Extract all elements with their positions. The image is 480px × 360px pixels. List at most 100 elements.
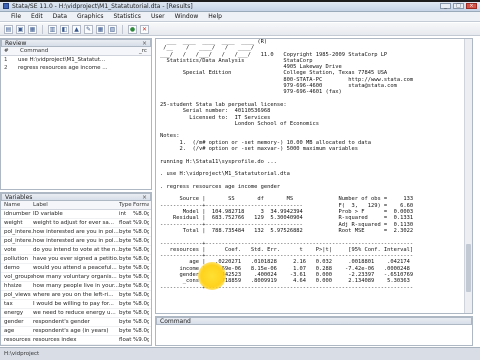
menu-file[interactable]: File: [6, 13, 26, 20]
variable-row[interactable]: vol_groups how many voluntary organis... b…: [1, 273, 151, 282]
data-browser-icon[interactable]: ▧: [108, 24, 117, 34]
variable-row[interactable]: energy we need to reduce energy u... byte%…: [1, 309, 151, 318]
review-close-icon[interactable]: ×: [142, 40, 147, 48]
variable-row[interactable]: idnumber ID variable int %8.0g: [1, 210, 151, 219]
review-row[interactable]: 2 regress resources age income ...: [1, 64, 151, 72]
variable-type: byte: [119, 319, 132, 325]
variable-name: vote: [4, 247, 17, 253]
results-scroll-thumb[interactable]: [466, 244, 471, 292]
cursor-highlight: [198, 262, 226, 290]
variable-name: weight: [4, 220, 23, 226]
review-col-num[interactable]: #: [1, 47, 20, 55]
close-button[interactable]: ×: [466, 3, 477, 9]
variable-row[interactable]: vote do you intend to vote at the n... byt…: [1, 246, 151, 255]
review-col-command[interactable]: Command: [20, 47, 139, 55]
variable-format: %8.0g: [133, 301, 149, 307]
variables-column-headers: Name Label Type Format: [1, 201, 151, 210]
menu-statistics[interactable]: Statistics: [109, 13, 146, 20]
variable-type: byte: [119, 328, 132, 334]
data-editor-icon[interactable]: ▦: [96, 24, 105, 34]
variable-name: pol_intere...: [4, 238, 33, 244]
variable-label: where are you on the left-ri...: [33, 292, 114, 298]
variable-name: tax: [4, 301, 13, 307]
menu-graphics[interactable]: Graphics: [72, 13, 109, 20]
variable-row[interactable]: pol_views where are you on the left-ri...…: [1, 291, 151, 300]
log-icon[interactable]: ▥: [48, 24, 57, 34]
variable-row[interactable]: pollution have you ever signed a petitio.…: [1, 255, 151, 264]
variables-col-name[interactable]: Name: [1, 201, 33, 209]
review-col-rc[interactable]: _rc: [139, 47, 151, 55]
variable-type: byte: [119, 229, 132, 235]
variables-pane: Variables × Name Label Type Format idnum…: [0, 192, 152, 346]
variable-row[interactable]: tax I would be willing to pay for... byte%…: [1, 300, 151, 309]
menu-help[interactable]: Help: [203, 13, 227, 20]
menu-user[interactable]: User: [146, 13, 170, 20]
results-scrollbar[interactable]: [464, 39, 472, 313]
variable-name: hhsize: [4, 283, 22, 289]
variable-row[interactable]: hhsize how many people live in your... byt…: [1, 282, 151, 291]
variable-type: byte: [119, 265, 132, 271]
open-icon[interactable]: ▤: [4, 24, 13, 34]
variable-label: respondent's age (in years): [33, 328, 109, 334]
variable-row[interactable]: weight weight to adjust for ever sa... flo…: [1, 219, 151, 228]
more-icon[interactable]: ●: [128, 24, 137, 34]
variable-format: %8.0g: [133, 238, 149, 244]
variable-type: byte: [119, 283, 132, 289]
status-bar: H:\vidproject: [0, 347, 480, 360]
menu-data[interactable]: Data: [48, 13, 72, 20]
variable-row[interactable]: age respondent's age (in years) byte %8.0g: [1, 327, 151, 336]
review-row-num: 1: [4, 57, 8, 63]
menu-bar: File Edit Data Graphics Statistics User …: [0, 12, 480, 22]
variables-col-label[interactable]: Label: [33, 201, 119, 209]
graph-icon[interactable]: ▲: [72, 24, 81, 34]
command-pane[interactable]: Command: [155, 316, 473, 346]
variable-row[interactable]: pol_intere...how interested are you in p…: [1, 228, 151, 237]
print-icon[interactable]: ▦: [28, 24, 37, 34]
variable-row[interactable]: gender respondent's gender byte %8.0g: [1, 318, 151, 327]
variable-row[interactable]: demo would you attend a peaceful... byte %8…: [1, 264, 151, 273]
variable-label: how interested are you in pol...: [33, 238, 119, 244]
variable-name: pol_views: [4, 292, 31, 298]
variable-type: byte: [119, 301, 132, 307]
variable-label: do you intend to vote at the n...: [33, 247, 119, 253]
variable-name: energy: [4, 310, 24, 316]
review-header: Review ×: [1, 39, 151, 47]
menu-window[interactable]: Window: [170, 13, 204, 20]
variable-type: byte: [119, 247, 132, 253]
variable-format: %8.0g: [133, 328, 149, 334]
variable-label: how interested are you in pol...: [33, 229, 119, 235]
variable-format: %8.0g: [133, 247, 149, 253]
break-icon[interactable]: ✕: [140, 24, 149, 34]
variable-name: idnumber: [4, 211, 31, 217]
menu-edit[interactable]: Edit: [26, 13, 48, 20]
variable-type: byte: [119, 310, 132, 316]
review-pane: Review × # Command _rc 1 use H:\vidproje…: [0, 38, 152, 190]
save-icon[interactable]: ▣: [16, 24, 25, 34]
review-row-command: regress resources age income ...: [18, 65, 108, 71]
stata-app-icon: [3, 3, 9, 9]
variable-format: %8.0g: [133, 265, 149, 271]
variables-col-type[interactable]: Type: [119, 201, 133, 209]
working-directory: H:\vidproject: [4, 351, 40, 357]
variables-col-format[interactable]: Format: [133, 201, 149, 209]
variable-row[interactable]: resources resources index float %9.0g: [1, 336, 151, 345]
variable-type: byte: [119, 256, 132, 262]
variable-format: %9.0g: [133, 220, 149, 226]
review-row[interactable]: 1 use H:\vidproject\M1_Statatut...: [1, 56, 151, 64]
variable-format: %8.0g: [133, 283, 149, 289]
toolbar-divider: [122, 24, 123, 34]
variable-format: %8.0g: [133, 319, 149, 325]
variable-name: vol_groups: [4, 274, 33, 280]
variable-label: ID variable: [33, 211, 63, 217]
do-file-editor-icon[interactable]: ✎: [84, 24, 93, 34]
viewer-icon[interactable]: ◧: [60, 24, 69, 34]
review-column-headers: # Command _rc: [1, 47, 151, 56]
variable-type: byte: [119, 238, 132, 244]
variables-close-icon[interactable]: ×: [142, 194, 147, 202]
variable-name: age: [4, 328, 15, 334]
review-row-rc: [139, 64, 151, 72]
minimize-button[interactable]: _: [440, 3, 451, 9]
variables-header: Variables ×: [1, 193, 151, 201]
maximize-button[interactable]: □: [453, 3, 464, 9]
variable-row[interactable]: pol_intere...how interested are you in p…: [1, 237, 151, 246]
